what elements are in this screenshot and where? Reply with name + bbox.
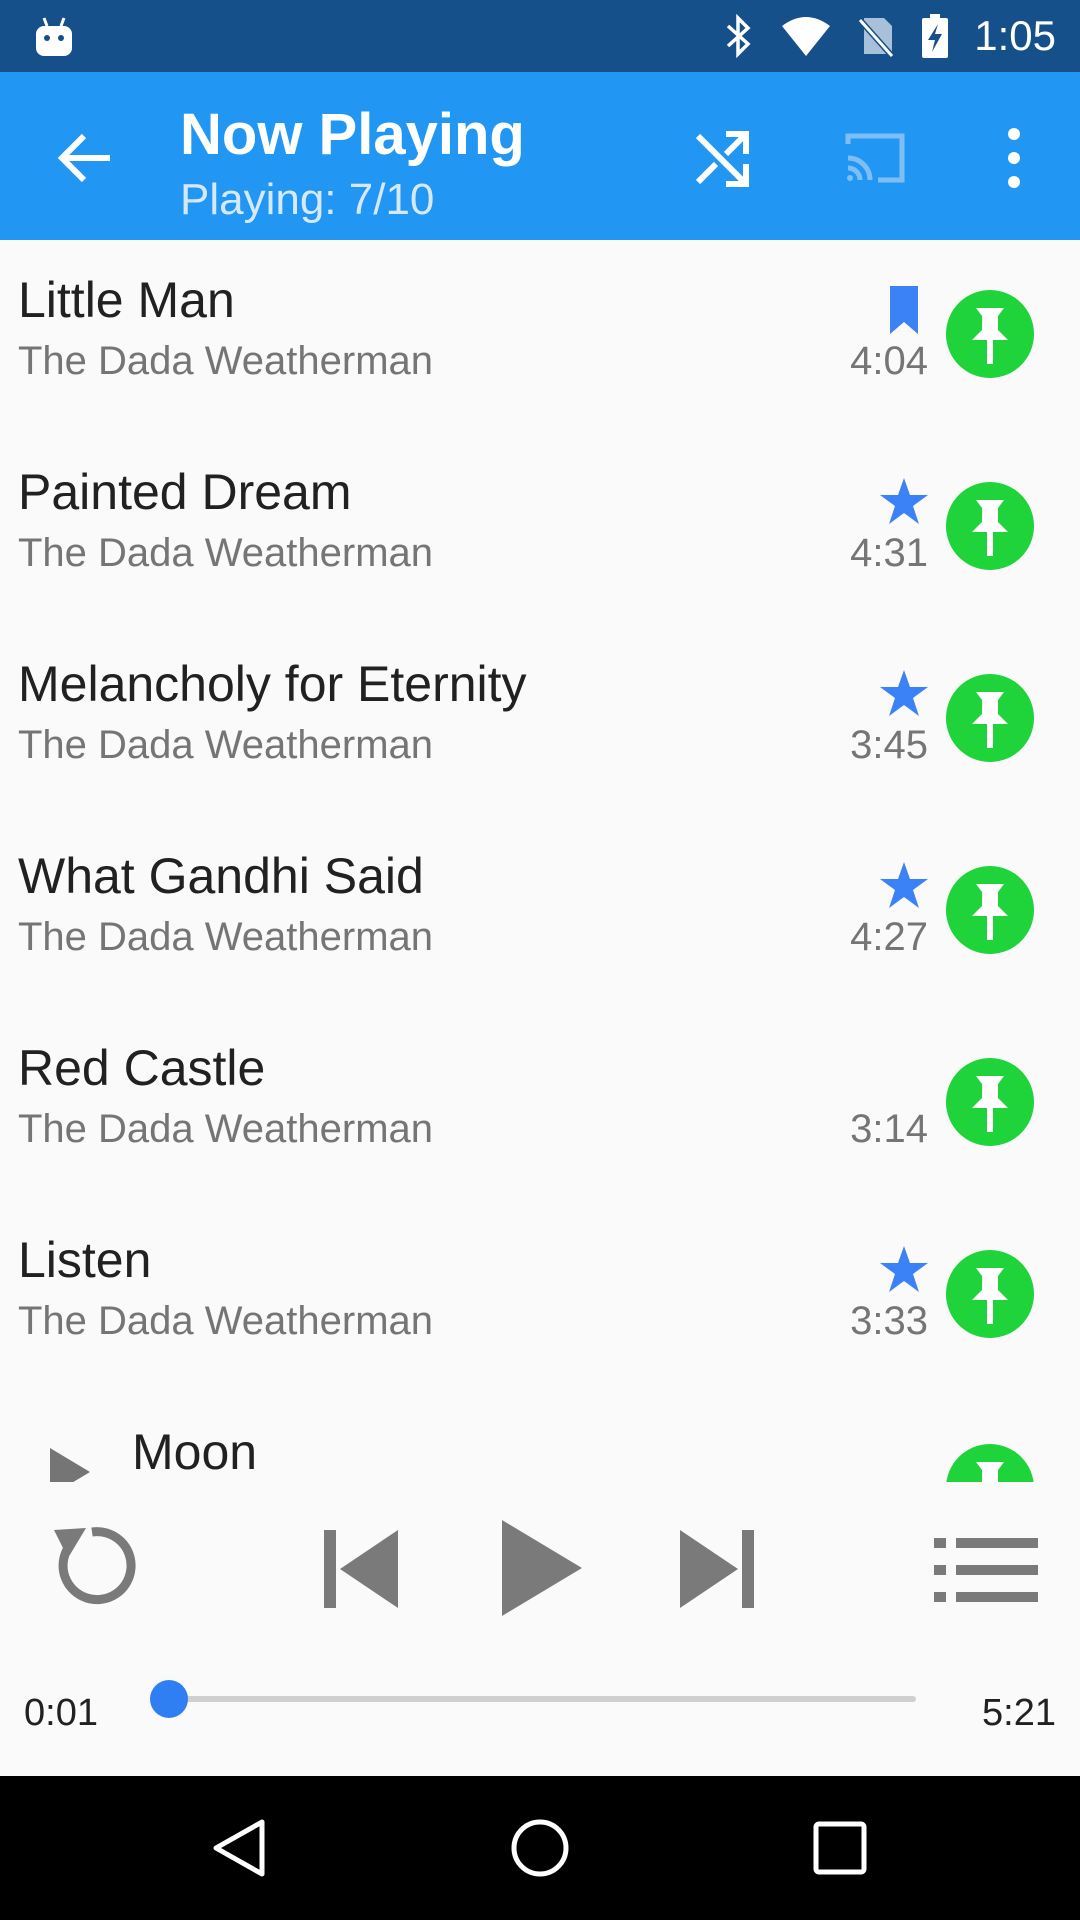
song-duration: 4:31 (850, 531, 928, 575)
list-item[interactable]: Painted Dream The Dada Weatherman 4:31 (0, 432, 1080, 624)
song-artist: The Dada Weatherman (18, 915, 434, 959)
pin-button[interactable] (946, 290, 1034, 378)
song-title: Red Castle (18, 1040, 266, 1096)
song-artist: The Dada Weatherman (18, 1107, 434, 1151)
shuffle-icon[interactable] (686, 122, 758, 194)
playlist: Little Man The Dada Weatherman 4:04 Pain… (0, 240, 1080, 1482)
status-bar: 1:05 (0, 0, 1080, 72)
star-icon (880, 478, 928, 524)
pin-button[interactable] (946, 1444, 1034, 1482)
song-duration: 3:45 (850, 723, 928, 767)
seek-thumb[interactable] (150, 1680, 188, 1718)
song-title: Painted Dream (18, 464, 352, 520)
pin-icon (972, 500, 1008, 556)
song-title: Moon (132, 1424, 258, 1480)
song-artist: The Dada Weatherman (18, 723, 434, 767)
pin-icon (972, 1268, 1008, 1324)
back-nav-icon[interactable] (208, 1816, 272, 1880)
playing-position: Playing: 7/10 (180, 175, 435, 224)
android-icon (36, 17, 72, 56)
clock: 1:05 (974, 12, 1056, 59)
list-item[interactable]: Melancholy for Eternity The Dada Weather… (0, 624, 1080, 816)
star-icon (880, 862, 928, 908)
navigation-bar (0, 1776, 1080, 1920)
playback-controls (0, 1482, 1080, 1622)
current-track-item[interactable]: Moon (0, 1422, 1080, 1482)
pin-button[interactable] (946, 1058, 1034, 1146)
song-artist: The Dada Weatherman (18, 1299, 434, 1343)
list-item[interactable]: Listen The Dada Weatherman 3:33 (0, 1200, 1080, 1392)
pin-icon (976, 1462, 1004, 1482)
pin-icon (972, 692, 1008, 748)
bookmark-icon (890, 286, 918, 334)
star-icon (880, 670, 928, 716)
list-item[interactable]: Red Castle The Dada Weatherman 3:14 (0, 1008, 1080, 1200)
bluetooth-icon (726, 14, 751, 58)
wifi-icon (782, 17, 830, 56)
page-title: Now Playing (180, 102, 525, 167)
pin-button[interactable] (946, 674, 1034, 762)
seek-bar: 0:01 5:21 (0, 1640, 1080, 1734)
song-duration: 4:27 (850, 915, 928, 959)
home-nav-icon[interactable] (508, 1816, 572, 1880)
pin-icon (972, 884, 1008, 940)
song-artist: The Dada Weatherman (18, 339, 434, 383)
pin-button[interactable] (946, 1250, 1034, 1338)
app-bar: Now Playing Playing: 7/10 (0, 72, 1080, 240)
seek-track[interactable] (168, 1696, 916, 1702)
cast-icon[interactable] (838, 122, 910, 194)
back-arrow-icon[interactable] (52, 124, 120, 192)
queue-list-icon[interactable] (934, 1538, 1038, 1602)
no-sim-icon (857, 18, 895, 58)
previous-icon[interactable] (318, 1526, 404, 1612)
pin-icon (972, 308, 1008, 364)
now-playing-icon (50, 1448, 90, 1482)
song-title: Listen (18, 1232, 152, 1288)
pin-button[interactable] (946, 866, 1034, 954)
song-title: Melancholy for Eternity (18, 656, 527, 712)
next-icon[interactable] (674, 1526, 760, 1612)
repeat-icon[interactable] (46, 1518, 140, 1612)
song-title: Little Man (18, 272, 235, 328)
battery-charging-icon (922, 14, 948, 58)
star-icon (880, 1246, 928, 1292)
song-duration: 3:33 (850, 1299, 928, 1343)
song-duration: 4:04 (850, 339, 928, 383)
overflow-menu-icon[interactable] (996, 122, 1032, 194)
play-button[interactable] (496, 1516, 586, 1620)
song-title: What Gandhi Said (18, 848, 424, 904)
list-item[interactable]: Little Man The Dada Weatherman 4:04 (0, 240, 1080, 432)
song-artist: The Dada Weatherman (18, 531, 434, 575)
pin-button[interactable] (946, 482, 1034, 570)
total-time: 5:21 (982, 1692, 1056, 1734)
list-item[interactable]: What Gandhi Said The Dada Weatherman 4:2… (0, 816, 1080, 1008)
elapsed-time: 0:01 (24, 1692, 98, 1734)
song-duration: 3:14 (850, 1107, 928, 1151)
recents-nav-icon[interactable] (808, 1816, 872, 1880)
pin-icon (972, 1076, 1008, 1132)
